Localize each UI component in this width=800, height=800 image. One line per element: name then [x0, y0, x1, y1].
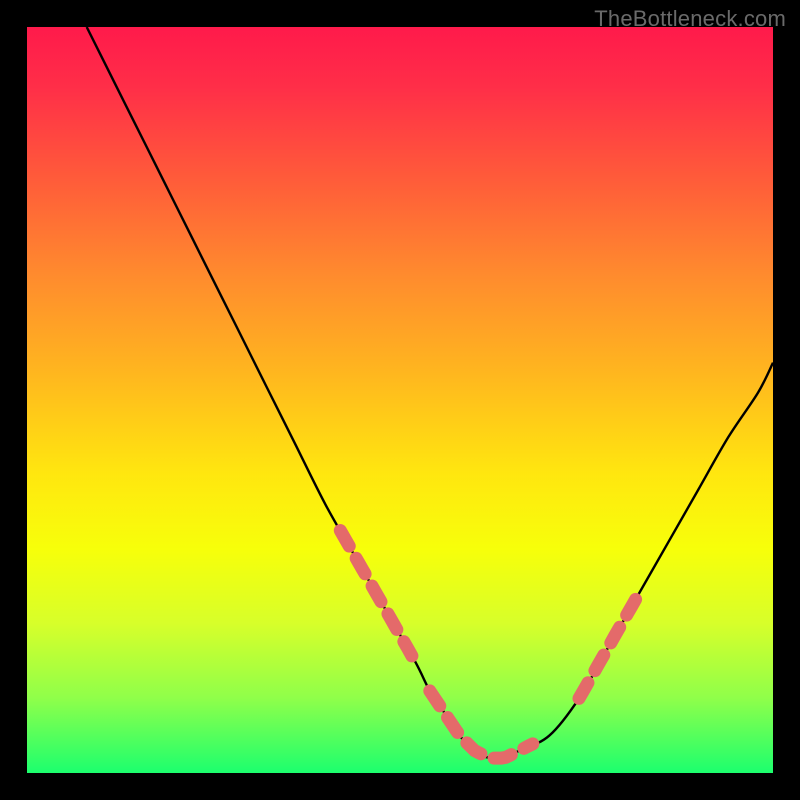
chart-container: TheBottleneck.com [0, 0, 800, 800]
marker-segment [340, 531, 412, 656]
marker-segment [579, 597, 637, 699]
bottleneck-curve [87, 27, 773, 759]
watermark-text: TheBottleneck.com [594, 6, 786, 32]
plot-area [27, 27, 773, 773]
curve-svg [27, 27, 773, 773]
marker-layer [340, 531, 637, 759]
marker-segment [430, 691, 533, 758]
curve-layer [87, 27, 773, 759]
